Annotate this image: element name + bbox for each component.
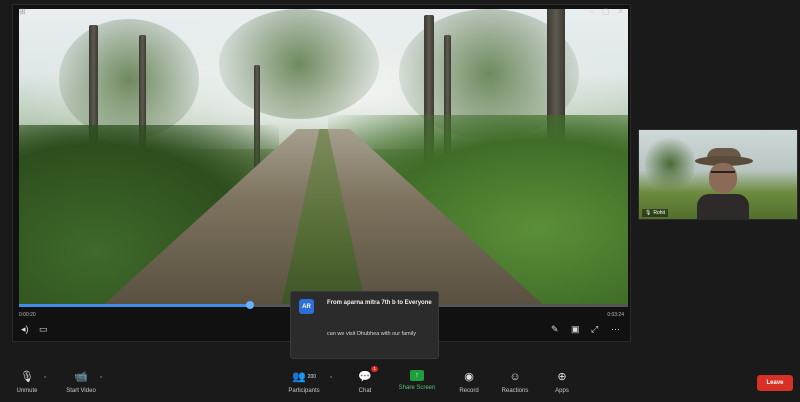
progress-fill	[19, 304, 251, 307]
comment-icon[interactable]: ▭	[39, 324, 48, 335]
audio-options-chevron-icon[interactable]: ^	[44, 376, 46, 382]
time-current: 0:00:20	[19, 312, 36, 318]
participants-icon: 👥 200	[291, 370, 317, 383]
participants-button[interactable]: 👥 200 Participants	[282, 370, 326, 395]
share-screen-icon: ↑	[410, 370, 424, 381]
participants-count: 200	[307, 373, 317, 380]
annotate-icon[interactable]: ✎	[551, 324, 559, 335]
chat-unread-badge: 1	[371, 366, 378, 372]
meeting-window: ⊞ – ▢ ✕ 0:00:20 0:03:24 ◂) ▭ ✎ ▣ ⤢ ⋯ 🎙 R…	[0, 0, 800, 402]
participants-options-chevron-icon[interactable]: ^	[330, 376, 332, 382]
chat-avatar: AR	[299, 299, 314, 314]
reactions-label: Reactions	[501, 388, 529, 394]
reactions-button[interactable]: ☺ Reactions	[493, 370, 537, 395]
mic-muted-icon: 🎙	[645, 210, 652, 216]
share-screen-button[interactable]: ↑ Share Screen	[395, 370, 439, 391]
apps-button[interactable]: ⊕ Apps	[540, 370, 584, 395]
camera-icon[interactable]: ▣	[571, 324, 580, 335]
chat-button[interactable]: 💬 1 Chat	[343, 366, 387, 394]
chat-message: can we visit Dhubhea with our family	[327, 331, 416, 337]
unmute-button[interactable]: 🎙 Unmute	[5, 370, 49, 395]
progress-handle[interactable]	[246, 301, 255, 309]
leave-button[interactable]: Leave	[757, 375, 793, 391]
volume-icon[interactable]: ◂)	[21, 324, 29, 335]
participant-person	[685, 146, 759, 219]
fullscreen-icon[interactable]: ⤢	[591, 324, 598, 335]
start-video-button[interactable]: 📹 Start Video	[59, 370, 103, 395]
close-icon[interactable]: ✕	[617, 7, 624, 16]
start-video-label: Start Video	[66, 388, 96, 394]
participant-name: Rohit	[653, 210, 666, 216]
maximize-icon[interactable]: ▢	[602, 7, 610, 16]
apps-label: Apps	[555, 388, 569, 394]
microphone-muted-icon: 🎙	[20, 370, 34, 383]
meeting-toolbar: 🎙 Unmute ^ 📹 Start Video ^ 👥 200 Particip…	[0, 362, 800, 402]
video-options-chevron-icon[interactable]: ^	[100, 376, 102, 382]
participants-label: Participants	[288, 388, 320, 394]
window-menu-icon[interactable]: ⊞	[19, 7, 26, 16]
chat-label: Chat	[358, 388, 372, 394]
video-frame-forest-road	[19, 9, 628, 305]
minimize-icon[interactable]: –	[589, 7, 593, 16]
record-icon: ◉	[464, 370, 474, 383]
window-controls: – ▢ ✕	[589, 7, 624, 16]
share-screen-label: Share Screen	[398, 385, 436, 391]
record-label: Record	[459, 388, 479, 394]
chat-notification-popup[interactable]: AR From aparna mitra 7th b to Everyone c…	[290, 291, 439, 359]
participant-video-thumbnail[interactable]: 🎙 Rohit	[638, 129, 798, 220]
reactions-icon: ☺	[509, 370, 521, 383]
record-button[interactable]: ◉ Record	[447, 370, 491, 395]
chat-icon: 💬 1	[358, 366, 378, 383]
chat-header: From aparna mitra 7th b to Everyone	[327, 300, 432, 306]
participant-name-tag: 🎙 Rohit	[642, 209, 669, 217]
apps-icon: ⊕	[557, 370, 567, 383]
unmute-label: Unmute	[16, 388, 38, 394]
more-options-icon[interactable]: ⋯	[611, 324, 620, 335]
video-off-icon: 📹	[74, 370, 88, 383]
time-total: 0:03:24	[607, 312, 624, 318]
